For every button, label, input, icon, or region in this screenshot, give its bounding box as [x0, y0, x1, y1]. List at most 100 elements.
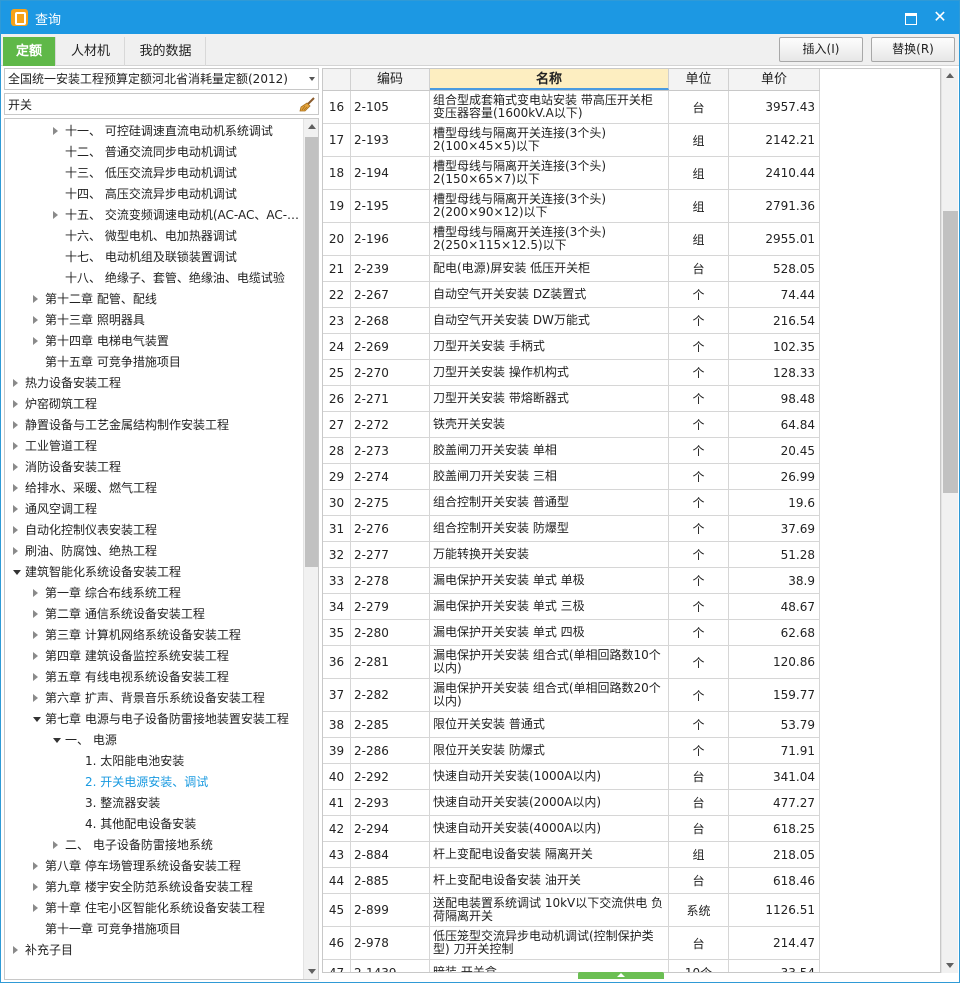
row-price: 38.9: [729, 568, 820, 593]
header-code[interactable]: 编码: [351, 69, 430, 90]
row-index: 24: [323, 334, 351, 359]
replace-button[interactable]: 替换(R): [871, 37, 955, 62]
table-row[interactable]: 23 2-268 自动空气开关安装 DW万能式 个 216.54: [323, 308, 820, 334]
table-row[interactable]: 45 2-899 送配电装置系统调试 10kV以下交流供电 负荷隔离开关 系统 1126…: [323, 894, 820, 927]
table-row[interactable]: 21 2-239 配电(电源)屏安装 低压开关柜 台 528.05: [323, 256, 820, 282]
tab-materials[interactable]: 人材机: [57, 37, 125, 66]
grid-scroll-thumb[interactable]: [943, 211, 958, 493]
table-row[interactable]: 18 2-194 槽型母线与隔离开关连接(3个头) 2(150×65×7)以下 组 24…: [323, 157, 820, 190]
broom-clear-icon[interactable]: [299, 97, 315, 112]
header-unit[interactable]: 单位: [669, 69, 729, 90]
collapsed-arrow-icon[interactable]: [33, 673, 38, 681]
table-row[interactable]: 40 2-292 快速自动开关安装(1000A以内) 台 341.04: [323, 764, 820, 790]
collapsed-arrow-icon[interactable]: [33, 904, 38, 912]
row-code-text: 2-899: [354, 903, 389, 917]
table-row[interactable]: 32 2-277 万能转换开关安装 个 51.28: [323, 542, 820, 568]
close-icon[interactable]: ✕: [931, 7, 949, 27]
row-index: 33: [323, 568, 351, 593]
row-code-text: 2-273: [354, 443, 389, 458]
table-row[interactable]: 42 2-294 快速自动开关安装(4000A以内) 台 618.25: [323, 816, 820, 842]
collapsed-arrow-icon[interactable]: [33, 610, 38, 618]
collapsed-arrow-icon[interactable]: [13, 379, 18, 387]
table-row[interactable]: 25 2-270 刀型开关安装 操作机构式 个 128.33: [323, 360, 820, 386]
table-row[interactable]: 27 2-272 铁壳开关安装 个 64.84: [323, 412, 820, 438]
row-code: 2-899: [351, 894, 430, 926]
library-select[interactable]: 全国统一安装工程预算定额河北省消耗量定额(2012): [4, 68, 319, 90]
collapsed-arrow-icon[interactable]: [13, 463, 18, 471]
collapsed-arrow-icon[interactable]: [53, 841, 58, 849]
tab-my-data[interactable]: 我的数据: [126, 37, 206, 66]
tree-scrollbar[interactable]: [303, 119, 318, 979]
table-row[interactable]: 37 2-282 漏电保护开关安装 组合式(单相回路数20个以内) 个 159.77: [323, 679, 820, 712]
row-name: 漏电保护开关安装 单式 单极: [430, 568, 669, 593]
table-row[interactable]: 20 2-196 槽型母线与隔离开关连接(3个头) 2(250×115×12.5)以…: [323, 223, 820, 256]
collapsed-arrow-icon[interactable]: [33, 862, 38, 870]
scroll-down-icon[interactable]: [946, 963, 954, 968]
header-price[interactable]: 单价: [729, 69, 820, 90]
table-row[interactable]: 31 2-276 组合控制开关安装 防爆型 个 37.69: [323, 516, 820, 542]
row-price-text: 2142.21: [765, 133, 815, 147]
collapsed-arrow-icon[interactable]: [53, 211, 58, 219]
collapsed-arrow-icon[interactable]: [33, 589, 38, 597]
table-row[interactable]: 43 2-884 杆上变配电设备安装 隔离开关 组 218.05: [323, 842, 820, 868]
row-code-text: 2-271: [354, 391, 389, 406]
search-input[interactable]: [8, 96, 288, 112]
table-row[interactable]: 24 2-269 刀型开关安装 手柄式 个 102.35: [323, 334, 820, 360]
table-row[interactable]: 33 2-278 漏电保护开关安装 单式 单极 个 38.9: [323, 568, 820, 594]
table-row[interactable]: 30 2-275 组合控制开关安装 普通型 个 19.6: [323, 490, 820, 516]
row-unit: 个: [669, 679, 729, 711]
collapsed-arrow-icon[interactable]: [33, 316, 38, 324]
table-row[interactable]: 16 2-105 组合型成套箱式变电站安装 带高压开关柜 变压器容量(1600kV.…: [323, 91, 820, 124]
collapsed-arrow-icon[interactable]: [13, 547, 18, 555]
table-row[interactable]: 22 2-267 自动空气开关安装 DZ装置式 个 74.44: [323, 282, 820, 308]
collapsed-arrow-icon[interactable]: [33, 883, 38, 891]
collapsed-arrow-icon[interactable]: [53, 127, 58, 135]
collapsed-arrow-icon[interactable]: [13, 442, 18, 450]
maximize-icon[interactable]: [903, 10, 917, 25]
scroll-up-icon[interactable]: [946, 73, 954, 78]
row-index-text: 42: [328, 821, 345, 836]
row-name: 低压笼型交流异步电动机调试(控制保护类型) 刀开关控制: [430, 927, 669, 959]
table-row[interactable]: 17 2-193 槽型母线与隔离开关连接(3个头) 2(100×45×5)以下 组 21…: [323, 124, 820, 157]
table-row[interactable]: 29 2-274 胶盖闸刀开关安装 三相 个 26.99: [323, 464, 820, 490]
table-row[interactable]: 41 2-293 快速自动开关安装(2000A以内) 台 477.27: [323, 790, 820, 816]
scroll-down-icon[interactable]: [308, 969, 316, 974]
collapse-handle-icon[interactable]: [578, 972, 664, 979]
collapsed-arrow-icon[interactable]: [13, 526, 18, 534]
collapsed-arrow-icon[interactable]: [33, 295, 38, 303]
table-row[interactable]: 34 2-279 漏电保护开关安装 单式 三极 个 48.67: [323, 594, 820, 620]
collapsed-arrow-icon[interactable]: [13, 421, 18, 429]
collapsed-arrow-icon[interactable]: [13, 505, 18, 513]
collapsed-arrow-icon[interactable]: [33, 631, 38, 639]
table-row[interactable]: 47 2-1439 暗装 开关盒 10个 33.54: [323, 960, 820, 972]
collapsed-arrow-icon[interactable]: [33, 652, 38, 660]
table-row[interactable]: 28 2-273 胶盖闸刀开关安装 单相 个 20.45: [323, 438, 820, 464]
row-code: 2-286: [351, 738, 430, 763]
collapsed-arrow-icon[interactable]: [13, 484, 18, 492]
table-row[interactable]: 44 2-885 杆上变配电设备安装 油开关 台 618.46: [323, 868, 820, 894]
table-row[interactable]: 36 2-281 漏电保护开关安装 组合式(单相回路数10个以内) 个 120.86: [323, 646, 820, 679]
expanded-arrow-icon[interactable]: [53, 738, 61, 743]
tab-quota[interactable]: 定额: [3, 37, 56, 66]
table-row[interactable]: 35 2-280 漏电保护开关安装 单式 四极 个 62.68: [323, 620, 820, 646]
row-unit: 个: [669, 308, 729, 333]
expanded-arrow-icon[interactable]: [13, 570, 21, 575]
table-row[interactable]: 46 2-978 低压笼型交流异步电动机调试(控制保护类型) 刀开关控制 台 214.4…: [323, 927, 820, 960]
header-name[interactable]: 名称: [430, 69, 669, 90]
collapsed-arrow-icon[interactable]: [13, 400, 18, 408]
table-row[interactable]: 38 2-285 限位开关安装 普通式 个 53.79: [323, 712, 820, 738]
grid-scrollbar[interactable]: [941, 68, 958, 973]
dropdown-arrow-icon[interactable]: [309, 77, 315, 81]
table-row[interactable]: 19 2-195 槽型母线与隔离开关连接(3个头) 2(200×90×12)以下 组 2…: [323, 190, 820, 223]
insert-button[interactable]: 插入(I): [779, 37, 863, 62]
table-row[interactable]: 39 2-286 限位开关安装 防爆式 个 71.91: [323, 738, 820, 764]
title-bar[interactable]: 查询 ✕: [1, 1, 959, 34]
table-row[interactable]: 26 2-271 刀型开关安装 带熔断器式 个 98.48: [323, 386, 820, 412]
collapsed-arrow-icon[interactable]: [33, 694, 38, 702]
tree-scroll-thumb[interactable]: [305, 137, 318, 567]
collapsed-arrow-icon[interactable]: [33, 337, 38, 345]
collapsed-arrow-icon[interactable]: [13, 946, 18, 954]
expanded-arrow-icon[interactable]: [33, 717, 41, 722]
row-code-text: 2-286: [354, 743, 389, 758]
scroll-up-icon[interactable]: [308, 124, 316, 129]
